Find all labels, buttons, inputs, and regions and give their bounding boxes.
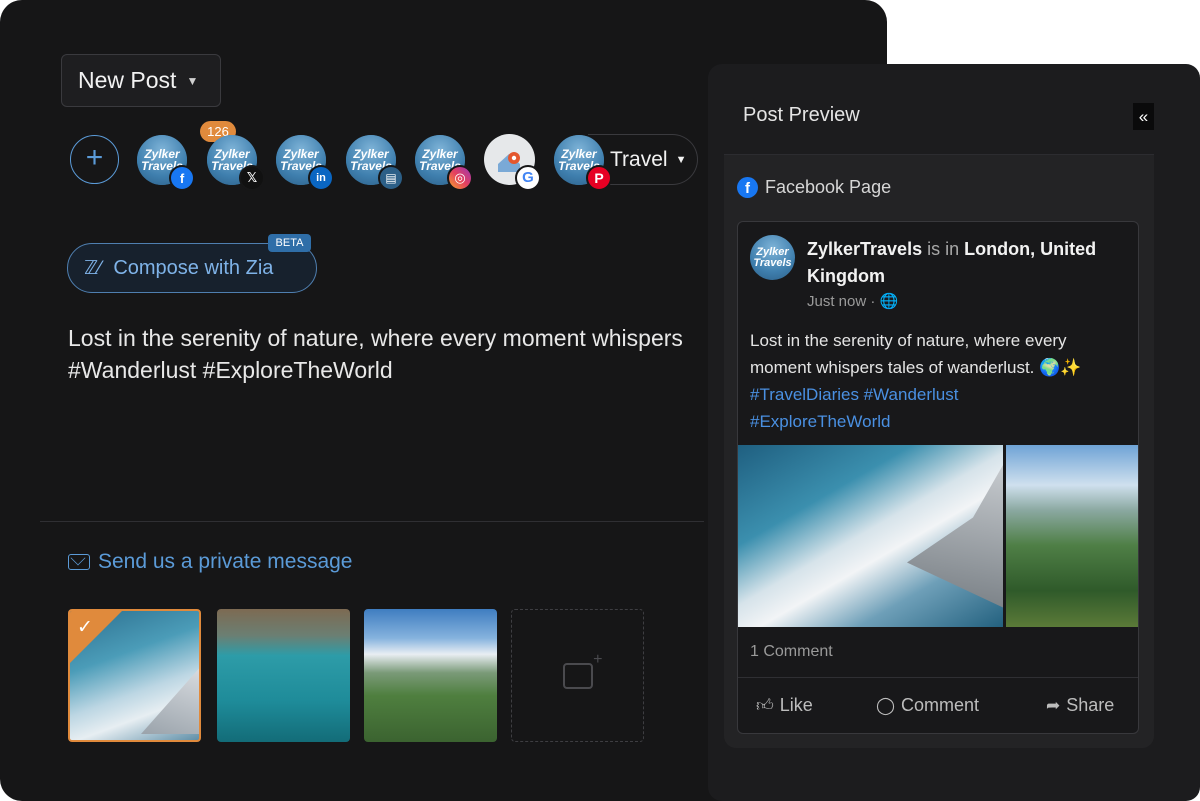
globe-icon: 🌐: [879, 293, 899, 310]
account-pinterest[interactable]: Zylker Travels P: [554, 135, 612, 191]
account-x[interactable]: Zylker Travels 𝕏: [207, 135, 265, 191]
preview-network: f Facebook Page: [737, 177, 891, 198]
author-name: ZylkerTravels: [807, 239, 923, 259]
post-text-line: Lost in the serenity of nature, where ev…: [68, 325, 683, 351]
divider: [724, 154, 1154, 155]
add-account-button[interactable]: +: [70, 135, 119, 184]
post-text-editor[interactable]: Lost in the serenity of nature, where ev…: [68, 322, 704, 386]
google-icon: G: [515, 165, 541, 191]
account-instagram[interactable]: Zylker Travels ◎: [415, 135, 473, 191]
share-icon: ➦: [1046, 695, 1061, 715]
media-thumbnail-selected[interactable]: ✓: [68, 609, 201, 742]
preview-title: Post Preview: [743, 104, 860, 126]
hashtags: #TravelDiaries #Wanderlust: [750, 385, 959, 404]
avatar: Zylker Travels: [750, 235, 795, 280]
media-thumbnail[interactable]: [364, 609, 497, 742]
share-button[interactable]: ➦ Share: [1046, 695, 1114, 716]
is-in-text: is in: [927, 239, 960, 259]
post-text-line: #Wanderlust #ExploreTheWorld: [68, 357, 393, 383]
chevron-down-icon: ▼: [675, 153, 687, 166]
comment-count: 1 Comment: [750, 643, 833, 660]
post-image-wing: [738, 445, 1003, 627]
pinterest-icon: P: [586, 165, 612, 191]
like-label: Like: [779, 695, 813, 715]
new-post-dropdown[interactable]: New Post ▼: [61, 54, 221, 107]
divider: [40, 521, 704, 522]
caption-text: Lost in the serenity of nature, where ev…: [750, 331, 1082, 377]
collapse-preview-button[interactable]: «: [1133, 103, 1154, 130]
add-image-icon: [562, 651, 602, 689]
add-media-button[interactable]: [511, 609, 644, 742]
time-label: Just now: [807, 293, 867, 310]
zia-icon: ℤ⁄: [84, 257, 102, 279]
post-image-mountain: [1006, 445, 1138, 627]
account-facebook[interactable]: Zylker Travels f: [137, 135, 195, 191]
beta-badge: BETA: [268, 234, 311, 252]
new-post-label: New Post: [78, 67, 177, 93]
facebook-icon: f: [169, 165, 195, 191]
linkedin-icon: in: [308, 165, 334, 191]
comment-button[interactable]: ◯ Comment: [876, 695, 979, 716]
x-icon: 𝕏: [239, 165, 265, 191]
comment-label: Comment: [901, 695, 980, 715]
shop-icon: ▤: [378, 165, 404, 191]
account-google-business[interactable]: G: [484, 134, 541, 191]
airplane-wing: [907, 465, 1003, 608]
post-caption: Lost in the serenity of nature, where ev…: [750, 327, 1130, 435]
post-timestamp: Just now · 🌐: [807, 293, 899, 310]
post-author-line: ZylkerTravels is in London, United Kingd…: [807, 236, 1127, 290]
envelope-icon: [68, 554, 90, 570]
facebook-icon: f: [737, 177, 758, 198]
account-linkedin[interactable]: Zylker Travels in: [276, 135, 334, 191]
comment-icon: ◯: [876, 695, 896, 715]
compose-zia-label: Compose with Zia: [113, 256, 274, 279]
group-label: Travel: [610, 147, 668, 171]
private-message-label: Send us a private message: [98, 550, 353, 573]
instagram-icon: ◎: [447, 165, 473, 191]
media-thumbnail[interactable]: [217, 609, 350, 742]
airplane-wing: [141, 664, 199, 734]
check-icon: ✓: [77, 617, 93, 638]
account-shop[interactable]: Zylker Travels ▤: [346, 135, 404, 191]
chevron-down-icon: ▼: [186, 73, 199, 88]
divider: [738, 677, 1138, 678]
private-message-link[interactable]: Send us a private message: [68, 550, 352, 574]
share-label: Share: [1066, 695, 1115, 715]
hashtags: #ExploreTheWorld: [750, 412, 891, 431]
thumbs-up-icon: 👍︎: [756, 696, 774, 715]
stage: New Post ▼ + Zylker Travels f 126 Zylker T…: [0, 0, 1200, 801]
network-label: Facebook Page: [765, 177, 892, 197]
like-button[interactable]: 👍︎ Like: [756, 695, 813, 716]
